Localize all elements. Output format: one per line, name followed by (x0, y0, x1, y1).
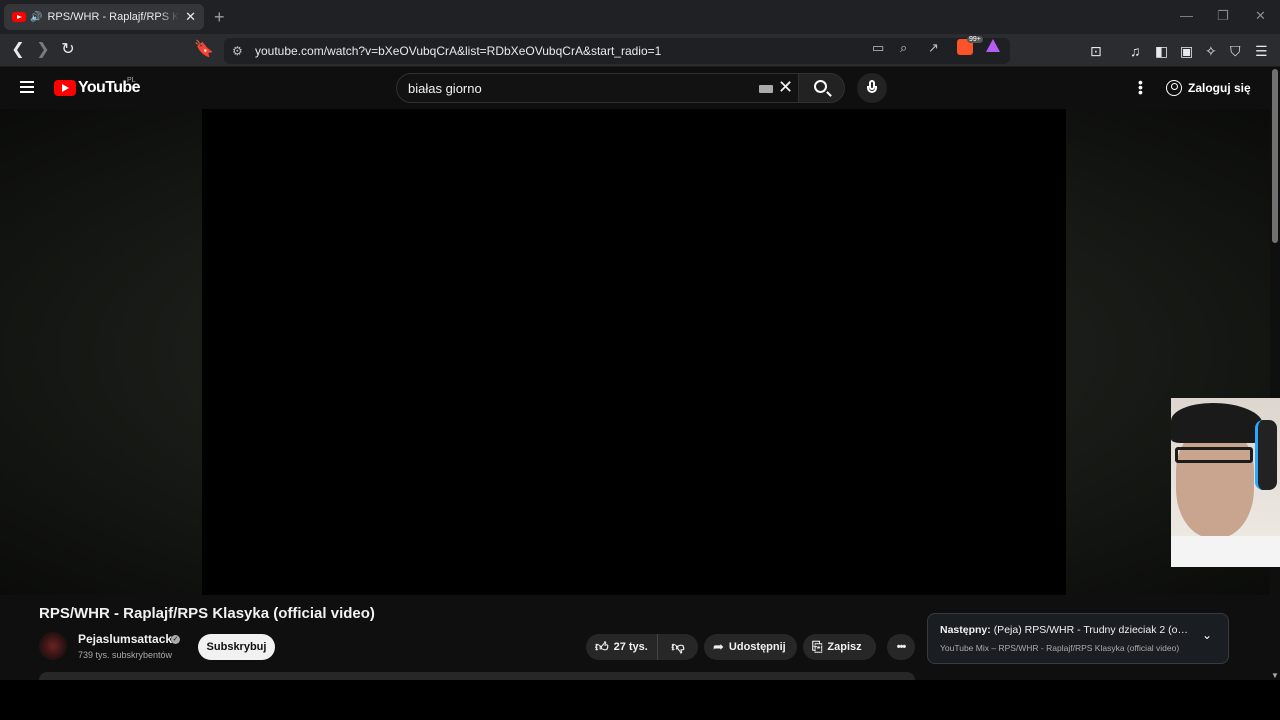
share-icon: ➦ (713, 639, 724, 654)
verified-icon: ✓ (171, 635, 180, 644)
menu-icon[interactable]: ☰ (1255, 43, 1268, 60)
back-button[interactable]: ❮ (8, 40, 28, 60)
country-code: PL (127, 77, 136, 84)
search-icon (814, 80, 827, 93)
like-dislike-group: 👍︎ 27 tys. 👎︎ (586, 634, 698, 660)
more-actions-button[interactable]: ••• (887, 634, 915, 660)
bookmark-icon[interactable]: 🔖 (194, 40, 214, 60)
youtube-header: YouTube PL białas giorno ✕ • • • Zaloguj s… (0, 67, 1280, 109)
guide-menu-icon[interactable] (20, 81, 34, 93)
settings-more-icon[interactable]: • • • (1138, 75, 1143, 99)
vpn-icon[interactable]: ⛉ (1230, 43, 1241, 60)
reader-mode-icon[interactable]: ⊡ (1090, 43, 1102, 60)
up-next-title: (Peja) RPS/WHR - Trudny dzieciak 2 (offi… (993, 624, 1190, 636)
scrollbar-thumb[interactable] (1272, 69, 1278, 243)
cast-icon[interactable]: ▭ (872, 40, 884, 56)
account-icon (1166, 80, 1182, 96)
scroll-down-arrow-icon[interactable]: ▼ (1271, 671, 1279, 680)
save-bookmark-icon: ⎘ (812, 639, 823, 654)
forward-button[interactable]: ❯ (33, 40, 53, 60)
reload-button[interactable]: ↻ (58, 40, 78, 60)
up-next-line: Następny: (Peja) RPS/WHR - Trudny dzieci… (940, 624, 1190, 636)
window-close-icon[interactable]: ✕ (1255, 8, 1266, 24)
tab-title: RPS/WHR - Raplajf/RPS Klasyka (official … (47, 11, 180, 23)
share-label: Udostępnij (728, 641, 786, 653)
brave-shields-badge: 99+ (967, 36, 983, 43)
tab-close-icon[interactable]: ✕ (185, 9, 196, 25)
share-button[interactable]: ➦ Udostępnij (704, 634, 797, 660)
streamer-cap (1171, 403, 1263, 443)
wallet-icon[interactable]: ▣ (1180, 43, 1193, 60)
site-info-icon[interactable]: ⚙ (232, 44, 243, 58)
browser-toolbar: ❮ ❯ ↻ 🔖 ⚙ youtube.com/watch?v=bXeOVubqCr… (0, 34, 1280, 67)
up-next-prefix: Następny: (940, 624, 991, 636)
sign-in-label: Zaloguj się (1188, 81, 1251, 95)
new-tab-button[interactable]: + (214, 7, 225, 28)
voice-search-button[interactable] (857, 73, 887, 103)
streamer-shirt (1171, 536, 1280, 567)
address-bar[interactable]: ⚙ youtube.com/watch?v=bXeOVubqCrA&list=R… (224, 38, 1010, 64)
youtube-favicon-icon (12, 12, 26, 22)
video-title: RPS/WHR - Raplajf/RPS Klasyka (official … (39, 605, 375, 622)
taskbar-area (0, 680, 1280, 720)
webcam-overlay (1171, 398, 1280, 567)
chevron-down-icon[interactable]: ⌄ (1202, 628, 1212, 642)
channel-avatar[interactable] (39, 632, 67, 660)
zoom-icon[interactable]: ⌕ (900, 40, 907, 56)
search-query[interactable]: białas giorno (408, 81, 482, 96)
browser-tab-strip: 🔊 RPS/WHR - Raplajf/RPS Klasyka (officia… (0, 0, 1280, 34)
more-dots-icon: ••• (896, 641, 907, 653)
subscribe-button[interactable]: Subskrybuj (198, 634, 275, 660)
share-page-icon[interactable]: ↗ (928, 40, 939, 56)
thumbs-down-icon: 👎︎ (671, 639, 685, 654)
streamer-glasses (1175, 447, 1253, 463)
streamer-headphones (1255, 420, 1277, 490)
channel-name[interactable]: Pejaslumsattack (78, 632, 172, 646)
up-next-card[interactable]: Następny: (Peja) RPS/WHR - Trudny dzieci… (927, 613, 1229, 664)
video-stage (0, 109, 1270, 595)
streamer-face (1176, 428, 1254, 538)
search-button[interactable] (798, 73, 845, 103)
youtube-logo-icon[interactable] (54, 80, 76, 96)
sign-in-button[interactable]: Zaloguj się (1166, 76, 1251, 100)
leo-ai-icon[interactable]: ✧ (1205, 43, 1217, 60)
minimize-icon[interactable]: — (1180, 8, 1193, 23)
like-count: 27 tys. (613, 641, 648, 653)
page-scrollbar[interactable]: ▼ (1270, 67, 1280, 680)
audio-playing-icon[interactable]: 🔊 (30, 12, 42, 23)
subscriber-count: 739 tys. subskrybentów (78, 650, 173, 660)
dislike-button[interactable]: 👎︎ (658, 639, 698, 655)
media-icon[interactable]: ♫ (1130, 43, 1141, 59)
url-text[interactable]: youtube.com/watch?v=bXeOVubqCrA&list=RDb… (255, 44, 661, 58)
browser-tab-active[interactable]: 🔊 RPS/WHR - Raplajf/RPS Klasyka (officia… (4, 4, 204, 30)
thumbs-up-icon: 👍︎ (595, 639, 609, 654)
save-button[interactable]: ⎘ Zapisz (803, 634, 876, 660)
save-label: Zapisz (827, 641, 862, 653)
like-button[interactable]: 👍︎ 27 tys. (586, 634, 658, 660)
clear-search-icon[interactable]: ✕ (778, 77, 793, 98)
description-box[interactable] (39, 672, 915, 680)
brave-rewards-icon[interactable] (986, 39, 1000, 52)
sidebar-icon[interactable]: ◧ (1155, 43, 1168, 60)
restore-icon[interactable]: ❐ (1217, 8, 1229, 24)
up-next-playlist: YouTube Mix – RPS/WHR - Raplajf/RPS Klas… (940, 643, 1180, 653)
video-player[interactable] (202, 109, 1066, 595)
keyboard-icon[interactable] (759, 85, 773, 93)
search-input[interactable]: białas giorno ✕ (396, 73, 800, 103)
